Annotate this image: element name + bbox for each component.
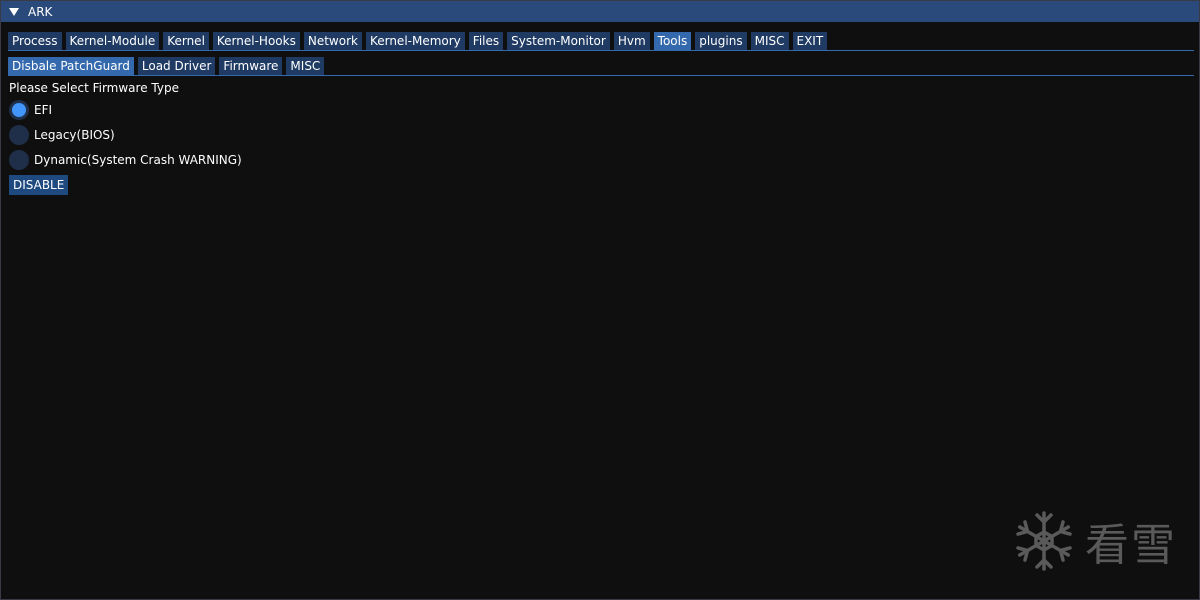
subtab-misc[interactable]: MISC <box>286 57 325 76</box>
window-title: ARK <box>28 4 53 19</box>
tab-exit[interactable]: EXIT <box>792 32 828 51</box>
subtab-firmware[interactable]: Firmware <box>219 57 283 76</box>
tab-kernel-module[interactable]: Kernel-Module <box>65 32 160 51</box>
subtab-load-driver[interactable]: Load Driver <box>137 57 216 76</box>
radio-label-legacy: Legacy(BIOS) <box>34 128 115 142</box>
radio-label-efi: EFI <box>34 103 53 117</box>
radio-selected-dot <box>12 103 26 117</box>
tab-system-monitor[interactable]: System-Monitor <box>507 32 610 51</box>
snowflake-icon <box>1016 511 1072 571</box>
tab-network[interactable]: Network <box>303 32 362 51</box>
radio-circle[interactable] <box>9 125 29 145</box>
radio-dynamic[interactable]: Dynamic(System Crash WARNING) <box>9 150 242 170</box>
disable-button[interactable]: DISABLE <box>9 175 69 195</box>
tab-kernel-memory[interactable]: Kernel-Memory <box>365 32 465 51</box>
sub-tab-divider <box>8 75 1194 76</box>
main-tab-divider <box>8 50 1194 51</box>
radio-circle[interactable] <box>9 100 29 120</box>
tab-kernel-hooks[interactable]: Kernel-Hooks <box>212 32 300 51</box>
tab-kernel[interactable]: Kernel <box>163 32 209 51</box>
tab-files[interactable]: Files <box>468 32 504 51</box>
radio-legacy-bios[interactable]: Legacy(BIOS) <box>9 125 115 145</box>
collapse-triangle-icon[interactable] <box>9 7 19 16</box>
main-tab-bar: Process Kernel-Module Kernel Kernel-Hook… <box>8 32 828 51</box>
tab-plugins[interactable]: plugins <box>695 32 747 51</box>
radio-efi[interactable]: EFI <box>9 100 52 120</box>
watermark-logo: 看雪 <box>1013 509 1177 573</box>
title-bar[interactable]: ARK <box>1 1 1199 22</box>
watermark-text: 看雪 <box>1085 520 1177 571</box>
ark-window: ARK Process Kernel-Module Kernel Kernel-… <box>0 0 1200 600</box>
tab-hvm[interactable]: Hvm <box>613 32 650 51</box>
tab-process[interactable]: Process <box>8 32 62 51</box>
tab-misc[interactable]: MISC <box>750 32 789 51</box>
tab-tools[interactable]: Tools <box>653 32 692 51</box>
firmware-prompt: Please Select Firmware Type <box>9 81 179 95</box>
subtab-disable-patchguard[interactable]: Disbale PatchGuard <box>8 57 134 76</box>
sub-tab-bar: Disbale PatchGuard Load Driver Firmware … <box>8 57 325 76</box>
radio-label-dynamic: Dynamic(System Crash WARNING) <box>34 153 242 167</box>
radio-circle[interactable] <box>9 150 29 170</box>
